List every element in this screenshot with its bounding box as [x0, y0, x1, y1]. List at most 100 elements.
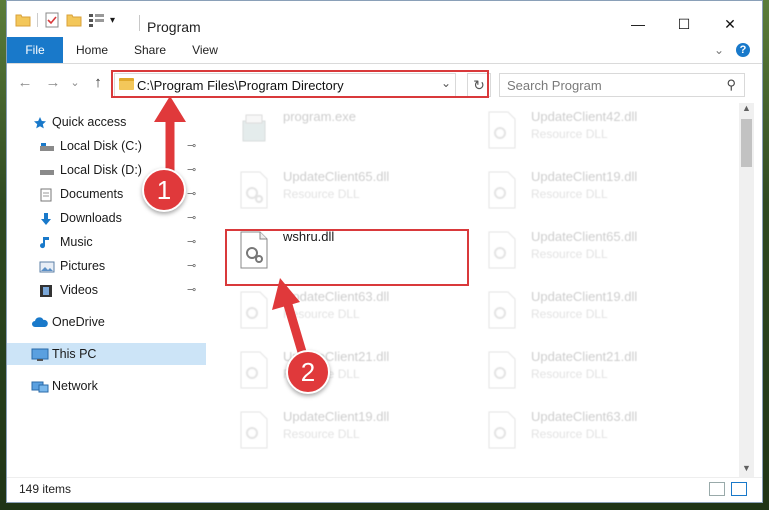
scrollbar-thumb[interactable]	[741, 119, 752, 167]
sidebar-item-local-disk-c[interactable]: Local Disk (C:) ⊸	[7, 135, 206, 157]
customize-toolbar-dropdown[interactable]: ▾	[110, 15, 115, 26]
file-item[interactable]: UpdateClient42.dll Resource DLL	[475, 105, 705, 155]
sidebar-item-music[interactable]: Music ⊸	[7, 231, 206, 253]
file-type: Resource DLL	[531, 247, 608, 261]
file-type: Resource DLL	[531, 127, 608, 141]
documents-icon	[39, 187, 53, 202]
sidebar-item-label: Downloads	[60, 211, 122, 225]
file-name: UpdateClient42.dll	[531, 109, 638, 124]
sidebar-item-label: Pictures	[60, 259, 106, 273]
file-item[interactable]: UpdateClient21.dll Resource DLL	[227, 345, 457, 395]
sidebar-item-label: Local Disk (D:)	[60, 163, 142, 177]
sidebar-item-quick-access[interactable]: Quick access	[7, 111, 206, 133]
tab-share[interactable]: Share	[127, 37, 173, 63]
file-item[interactable]: UpdateClient65.dll Resource DLL	[227, 165, 457, 215]
file-name: UpdateClient63.dll	[531, 409, 638, 424]
vertical-scrollbar[interactable]: ▲ ▼	[739, 103, 754, 477]
pin-icon[interactable]: ⊸	[187, 231, 196, 253]
scroll-down-icon[interactable]: ▼	[739, 463, 754, 477]
pin-icon[interactable]: ⊸	[187, 159, 196, 181]
file-item[interactable]: UpdateClient63.dll Resource DLL	[475, 405, 705, 455]
tab-view[interactable]: View	[185, 37, 225, 63]
folder-icon[interactable]	[15, 12, 31, 28]
pin-icon[interactable]: ⊸	[187, 255, 196, 277]
file-item[interactable]: UpdateClient21.dll Resource DLL	[475, 345, 705, 395]
help-icon[interactable]: ?	[736, 43, 750, 57]
file-item[interactable]: UpdateClient19.dll Resource DLL	[475, 285, 705, 335]
close-button[interactable]: ✕	[707, 11, 753, 37]
details-view-icon[interactable]	[709, 482, 725, 496]
back-button[interactable]: ←	[17, 75, 33, 91]
title-bar: ▾ Program — ☐ ✕	[7, 1, 762, 37]
star-icon	[33, 115, 47, 129]
search-icon[interactable]: ⚲	[726, 77, 736, 93]
file-type: Resource DLL	[283, 427, 360, 441]
sidebar-item-label: Network	[52, 379, 98, 393]
onedrive-icon	[31, 315, 49, 329]
file-item[interactable]: program.exe	[227, 105, 457, 155]
file-name: UpdateClient19.dll	[283, 409, 390, 424]
view-options-icon[interactable]	[88, 12, 108, 28]
dll-file-icon	[240, 171, 268, 209]
exe-file-icon	[242, 114, 266, 142]
pin-icon[interactable]: ⊸	[187, 135, 196, 157]
sidebar-item-pictures[interactable]: Pictures ⊸	[7, 255, 206, 277]
sidebar-item-downloads[interactable]: Downloads ⊸	[7, 207, 206, 229]
pin-icon[interactable]: ⊸	[187, 207, 196, 229]
recent-locations-dropdown[interactable]: ⌄	[67, 75, 83, 91]
scroll-up-icon[interactable]: ▲	[739, 103, 754, 117]
drive-icon	[39, 163, 54, 177]
dll-file-icon	[488, 111, 516, 149]
pin-icon[interactable]: ⊸	[187, 279, 196, 301]
sidebar-item-this-pc[interactable]: This PC	[7, 343, 206, 365]
sidebar-item-network[interactable]: Network	[7, 375, 206, 397]
file-item[interactable]: UpdateClient19.dll Resource DLL	[475, 165, 705, 215]
sidebar-item-label: OneDrive	[52, 315, 105, 329]
tab-file[interactable]: File	[7, 37, 63, 63]
sidebar-item-onedrive[interactable]: OneDrive	[7, 311, 206, 333]
sidebar-item-label: This PC	[52, 347, 97, 361]
file-name: UpdateClient19.dll	[531, 289, 638, 304]
file-highlight-box	[225, 229, 469, 286]
file-name: UpdateClient65.dll	[531, 229, 638, 244]
maximize-button[interactable]: ☐	[661, 11, 707, 37]
file-item[interactable]: UpdateClient19.dll Resource DLL	[227, 405, 457, 455]
file-type: Resource DLL	[283, 187, 360, 201]
dll-file-icon	[488, 351, 516, 389]
file-name: UpdateClient63.dll	[283, 289, 390, 304]
pictures-icon	[39, 259, 55, 273]
tab-home[interactable]: Home	[69, 37, 115, 63]
new-folder-icon[interactable]	[66, 12, 82, 28]
dll-file-icon	[488, 411, 516, 449]
file-name: UpdateClient65.dll	[283, 169, 390, 184]
ribbon: File Home Share View ⌄ ?	[7, 37, 762, 64]
search-input[interactable]: Search Program ⚲	[499, 73, 745, 97]
file-type: Resource DLL	[531, 367, 608, 381]
music-icon	[39, 235, 53, 249]
item-count: 149 items	[19, 482, 72, 496]
minimize-button[interactable]: —	[615, 11, 661, 37]
dll-file-icon	[240, 351, 268, 389]
file-type: Resource DLL	[531, 427, 608, 441]
sidebar-item-label: Videos	[60, 283, 98, 297]
file-item[interactable]: UpdateClient65.dll Resource DLL	[475, 225, 705, 275]
callout-step-2: 2	[286, 350, 330, 394]
window-title: Program	[147, 19, 201, 35]
search-placeholder: Search Program	[507, 78, 602, 93]
pin-icon[interactable]: ⊸	[187, 183, 196, 205]
large-icons-view-icon[interactable]	[731, 482, 747, 496]
network-icon	[31, 379, 49, 393]
forward-button[interactable]: →	[45, 75, 61, 91]
up-button[interactable]: ↑	[90, 75, 106, 91]
sidebar-item-label: Local Disk (C:)	[60, 139, 142, 153]
quick-access-toolbar: ▾	[15, 11, 115, 29]
file-explorer-window: ▾ Program — ☐ ✕ File Home Share View ⌄ ?…	[6, 0, 763, 503]
navigation-pane: Quick access Local Disk (C:) ⊸ Local Dis…	[7, 105, 206, 475]
properties-icon[interactable]	[44, 12, 60, 28]
address-highlight-box	[111, 70, 489, 98]
dll-file-icon	[240, 291, 268, 329]
sidebar-item-videos[interactable]: Videos ⊸	[7, 279, 206, 301]
ribbon-expand-button[interactable]: ⌄	[711, 37, 727, 63]
file-item[interactable]: UpdateClient63.dll Resource DLL	[227, 285, 457, 335]
dll-file-icon	[488, 231, 516, 269]
